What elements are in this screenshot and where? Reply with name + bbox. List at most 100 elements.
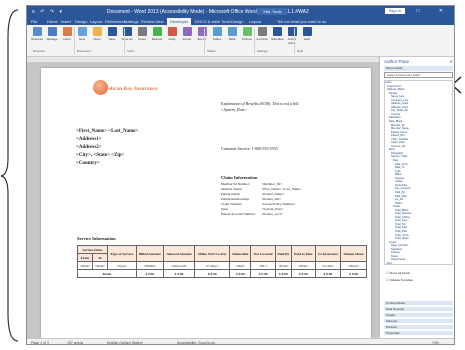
pane-section-header[interactable]: Preview [384, 324, 453, 329]
table-cell[interactable]: <Billed> [135, 261, 164, 270]
validate-template-checkbox[interactable]: ☐ Validate Template [386, 278, 413, 282]
import-icon [182, 27, 192, 36]
ribbon-group-label: Document [77, 49, 91, 53]
schedule-button[interactable]: Schedule [271, 27, 284, 45]
eob-heading: Explanation of Benefits (EOB): This is n… [221, 101, 361, 113]
address-line: <First_Name> <Last_Name> [76, 129, 139, 134]
insert-button[interactable]: Insert [61, 27, 73, 45]
total-value: $ 0.00 [340, 269, 367, 278]
table-cell[interactable]: <Plan> [291, 261, 316, 270]
ribbon-button-label: Author Pane [287, 37, 297, 45]
zoom-level[interactable]: 74% [432, 341, 439, 344]
tab-references[interactable]: References [105, 19, 125, 24]
column-header: To [92, 253, 108, 262]
ribbon-button-label: Refresh [151, 37, 163, 41]
import-button[interactable]: Import [181, 27, 193, 45]
tab-home[interactable]: Home [47, 19, 58, 24]
close-icon[interactable]: ✕ [450, 59, 453, 64]
tab-developer[interactable]: Developer [167, 18, 192, 25]
table-cell[interactable]: <Ded> [229, 261, 252, 270]
table-cell[interactable]: <NC> [250, 261, 276, 270]
structure-button[interactable]: Structure [31, 27, 43, 45]
service-table[interactable]: Service Dates Type of Service Billed Amoun… [77, 245, 367, 278]
tables-button[interactable]: Tables [211, 27, 223, 45]
tab-design[interactable]: Design [75, 19, 87, 24]
ribbon-button-label: Import [182, 37, 192, 41]
column-header: From [77, 253, 93, 262]
author-pane-icon [287, 27, 297, 36]
tab-tell-me-what-you-want-to-do[interactable]: Tell me what you want to do [277, 19, 326, 24]
field-tree[interactable]: Letter Output Form Address_Block Sender Name… [384, 80, 453, 265]
table-cell[interactable]: <Date> [92, 261, 108, 270]
word-count[interactable]: 197 words [67, 341, 83, 344]
save-icon [107, 27, 117, 36]
table-cell[interactable]: <Paid> [274, 261, 293, 270]
schedule-icon [272, 27, 282, 36]
ribbon-group-label: Help [297, 49, 304, 53]
table-button[interactable]: Table [226, 27, 238, 45]
pane-section-header[interactable]: Data Sources [384, 306, 453, 311]
table-cell[interactable]: <Allowed> [162, 261, 196, 270]
export-button[interactable]: Export [196, 27, 208, 45]
checkbox-label: Show All Fields [389, 271, 410, 275]
refresh-button[interactable]: Refresh [151, 27, 163, 45]
table-cell[interactable]: <Share> [340, 261, 367, 270]
ribbon-button-label: Formula [256, 37, 268, 41]
tab-review[interactable]: Review [141, 19, 154, 24]
window-controls[interactable]: ─ □ ✕ [393, 8, 452, 14]
tree-node[interactable]: End [385, 262, 452, 264]
table-cell[interactable]: <CoPay> [194, 261, 231, 270]
formula-button[interactable]: Formula [256, 27, 268, 45]
help-button[interactable]: Help [301, 27, 313, 45]
ribbon-group-label: Settings [257, 49, 268, 53]
tab-file[interactable]: File [31, 19, 37, 24]
ribbon-button-label: Picture [242, 37, 252, 41]
language-indicator[interactable]: English (United States) [107, 341, 143, 344]
quick-access-toolbar[interactable]: ≡ ↶ ↷ ▾ [32, 9, 64, 15]
contextual-tool-tab[interactable]: XML Tools [257, 8, 288, 15]
close-button[interactable]: Close [136, 27, 148, 45]
table-cell[interactable]: <Type> [107, 261, 137, 270]
manage-button[interactable]: Manage [46, 27, 58, 45]
document-area[interactable]: Pelican Bay Insurance Explanation of Ben… [27, 63, 379, 338]
pane-section-header[interactable]: Properties [384, 330, 453, 335]
pane-section-header[interactable]: Output [384, 312, 453, 317]
pane-section-header[interactable]: Content Rules [384, 300, 453, 305]
open-button[interactable]: Open [91, 27, 103, 45]
save-as-button[interactable]: Save As [121, 27, 133, 45]
show-all-fields-checkbox[interactable]: ☐ Show All Fields [386, 271, 410, 275]
table-cell[interactable]: <CoIns> [314, 261, 342, 270]
formula-icon [257, 27, 267, 36]
pane-search-input[interactable]: Letter & Document fields [384, 72, 453, 78]
total-value: $ 0.00 [162, 269, 196, 278]
structure-icon [32, 27, 42, 36]
new-button[interactable]: New [76, 27, 88, 45]
ribbon-button-label: Schedule [271, 37, 284, 41]
verify-button[interactable]: Verify [166, 27, 178, 45]
pane-section-header[interactable]: Schema [384, 318, 453, 323]
ribbon-button-label: Tables [212, 37, 222, 41]
ribbon-button-label: Export [197, 37, 207, 41]
picture-button[interactable]: Picture [241, 27, 253, 45]
column-header: Billed Amount [135, 245, 164, 262]
claim-row: Patient Account Number: <Patient_Acct> [221, 212, 308, 217]
tab-docx-table-tools[interactable]: DOCX & table Tools [195, 19, 231, 24]
tab-layout[interactable]: Layout [249, 19, 261, 24]
tables-icon [212, 27, 222, 36]
accessibility-status[interactable]: Accessibility: Good to go [177, 341, 215, 344]
table-row[interactable]: <Date> <Date> <Type> <Billed> <Allowed> <CoPa… [77, 261, 367, 270]
tab-view[interactable]: View [155, 19, 164, 24]
author-pane-button[interactable]: Author Pane [286, 27, 298, 45]
tab-layout[interactable]: Layout [90, 19, 102, 24]
document-page[interactable]: Pelican Bay Insurance Explanation of Ben… [41, 68, 371, 338]
column-header: Office Visit Co-Pay [194, 245, 231, 262]
total-value: $ 0.00 [274, 269, 293, 278]
ribbon-button-label: Structure [31, 37, 44, 41]
page-count[interactable]: Page 1 of 1 [31, 341, 49, 344]
table-cell[interactable]: <Date> [77, 261, 93, 270]
save-button[interactable]: Save [106, 27, 118, 45]
pane-options-dropdown[interactable]: Show Fields [384, 66, 453, 71]
tab-design[interactable]: Design [231, 19, 243, 24]
tab-mailings[interactable]: Mailings [124, 19, 139, 24]
tab-insert[interactable]: Insert [61, 19, 71, 24]
